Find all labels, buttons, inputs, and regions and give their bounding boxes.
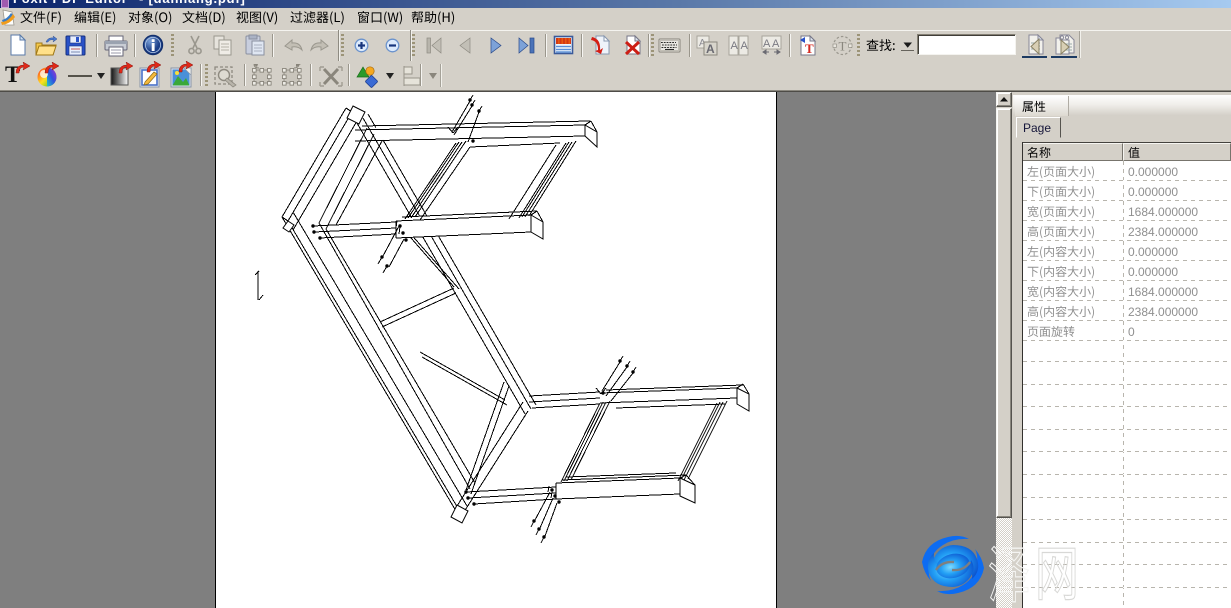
svg-text:A: A — [763, 38, 771, 50]
svg-text:A: A — [706, 42, 715, 56]
svg-text:T: T — [805, 41, 814, 56]
svg-text:A: A — [772, 38, 780, 50]
svg-text:T: T — [839, 39, 847, 54]
svg-text:A: A — [731, 40, 739, 52]
svg-text:A: A — [741, 40, 749, 52]
